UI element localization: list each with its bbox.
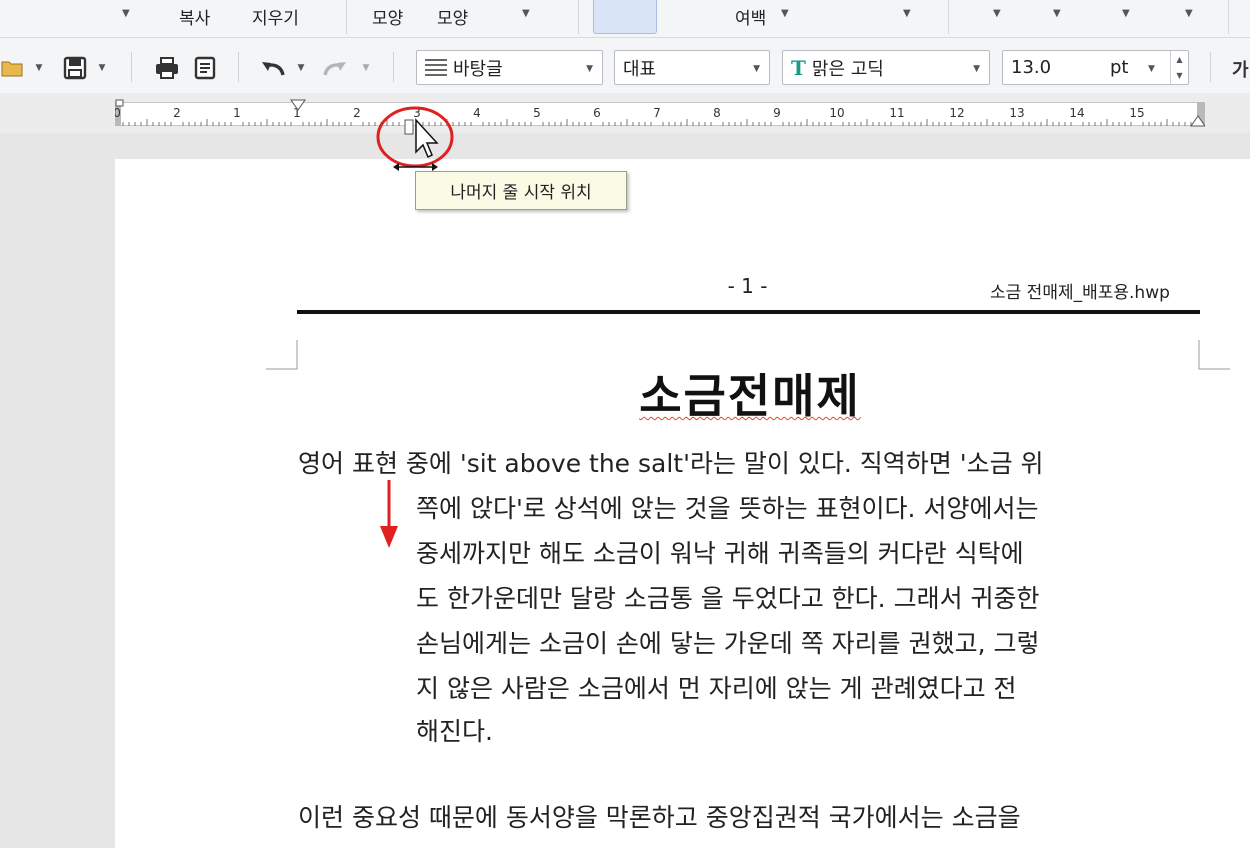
truetype-font-icon: T bbox=[791, 55, 806, 80]
print-icon[interactable] bbox=[152, 53, 182, 83]
redo-icon[interactable] bbox=[320, 53, 350, 83]
language-combo[interactable]: 대표 ▼ bbox=[614, 50, 770, 85]
font-combo-value: 맑은 고딕 bbox=[811, 58, 884, 80]
chevron-down-icon: ▼ bbox=[1148, 64, 1155, 74]
horizontal-ruler[interactable]: 0 2 1 1 2 3 4 5 6 7 8 9 10 11 12 13 14 15 bbox=[115, 98, 1205, 130]
ruler-label: 2 bbox=[353, 106, 361, 120]
ruler-label: 6 bbox=[593, 106, 601, 120]
chevron-down-icon: ▼ bbox=[586, 64, 593, 74]
paragraph-line: 이런 중요성 때문에 동서양을 막론하고 중앙집권적 국가에서는 소금을 bbox=[298, 803, 1021, 832]
font-size-unit: pt bbox=[1110, 57, 1129, 78]
shape-menu-label-2[interactable]: 모양 bbox=[437, 4, 468, 29]
divider bbox=[346, 0, 347, 34]
chevron-down-icon[interactable]: ▼ bbox=[360, 53, 372, 83]
chevron-down-icon[interactable]: ▼ bbox=[903, 8, 911, 19]
paragraph-line: 쪽에 앉다'로 상석에 앉는 것을 뜻하는 표현이다. 서양에서는 bbox=[416, 494, 1039, 523]
document-title-text: 소금전매제 bbox=[639, 369, 861, 423]
paragraph-style-icon bbox=[425, 58, 447, 77]
document-page[interactable] bbox=[115, 133, 1250, 848]
paragraph-line: 중세까지만 해도 소금이 워낙 귀해 귀족들의 커다란 식탁에 bbox=[416, 539, 1024, 568]
ruler-label: 1 bbox=[233, 106, 241, 120]
size-spinner[interactable]: ▲ ▼ bbox=[1170, 51, 1188, 84]
preview-icon[interactable] bbox=[191, 53, 219, 83]
paragraph-line: 해진다. bbox=[416, 717, 493, 746]
spin-down-icon[interactable]: ▼ bbox=[1176, 71, 1182, 80]
ruler-label: 9 bbox=[773, 106, 781, 120]
chevron-down-icon[interactable]: ▼ bbox=[1122, 8, 1130, 19]
ruler-label: 4 bbox=[473, 106, 481, 120]
save-icon[interactable] bbox=[60, 53, 90, 83]
chevron-down-icon[interactable]: ▼ bbox=[993, 8, 1001, 19]
margin-menu-label[interactable]: 여백 bbox=[735, 4, 766, 29]
divider bbox=[948, 0, 949, 34]
ruler-label: 3 bbox=[413, 106, 421, 120]
open-folder-icon[interactable] bbox=[0, 53, 26, 83]
divider bbox=[393, 52, 394, 82]
paragraph-line: 영어 표현 중에 'sit above the salt'라는 말이 있다. 직… bbox=[298, 449, 1044, 478]
ruler-label: 7 bbox=[653, 106, 661, 120]
chevron-down-icon[interactable]: ▼ bbox=[122, 8, 130, 19]
paragraph-line: 손님에게는 소금이 손에 닿는 가운데 쪽 자리를 권했고, 그렇 bbox=[416, 629, 1040, 658]
divider bbox=[578, 0, 579, 34]
right-indent-icon[interactable] bbox=[1190, 115, 1205, 127]
chevron-down-icon[interactable]: ▼ bbox=[33, 53, 45, 83]
font-size-combo[interactable]: 13.0 pt ▼ ▲ ▼ bbox=[1002, 50, 1189, 85]
header-rule bbox=[297, 310, 1200, 314]
chevron-down-icon: ▼ bbox=[753, 64, 760, 74]
font-combo[interactable]: T 맑은 고딕 ▼ bbox=[782, 50, 990, 85]
divider bbox=[1210, 52, 1211, 82]
left-margin-marker-icon[interactable] bbox=[115, 99, 124, 107]
divider bbox=[1228, 0, 1229, 34]
style-combo[interactable]: 바탕글 ▼ bbox=[416, 50, 603, 85]
ruler-label: 2 bbox=[173, 106, 181, 120]
chevron-down-icon[interactable]: ▼ bbox=[295, 53, 307, 83]
ruler-label: 15 bbox=[1129, 106, 1144, 120]
ruler-label: 13 bbox=[1009, 106, 1024, 120]
chevron-down-icon[interactable]: ▼ bbox=[96, 53, 108, 83]
divider bbox=[238, 52, 239, 82]
font-size-value: 13.0 bbox=[1011, 57, 1052, 78]
ruler-label: 0 bbox=[115, 106, 121, 120]
ruler-label: 5 bbox=[533, 106, 541, 120]
chevron-down-icon[interactable]: ▼ bbox=[1185, 8, 1193, 19]
divider bbox=[131, 52, 132, 82]
tooltip-text: 나머지 줄 시작 위치 bbox=[450, 183, 592, 203]
tooltip: 나머지 줄 시작 위치 bbox=[415, 171, 627, 210]
page-number: - 1 - bbox=[727, 274, 768, 298]
chevron-down-icon[interactable]: ▼ bbox=[522, 8, 530, 19]
header-file-name: 소금 전매제_배포용.hwp bbox=[990, 283, 1170, 303]
language-combo-value: 대표 bbox=[623, 58, 657, 80]
chevron-down-icon[interactable]: ▼ bbox=[781, 8, 789, 19]
ruler-label: 12 bbox=[949, 106, 964, 120]
copy-menu-label[interactable]: 복사 bbox=[179, 4, 210, 29]
shape-menu-label[interactable]: 모양 bbox=[372, 4, 403, 29]
ruler-label: 8 bbox=[713, 106, 721, 120]
left-gutter bbox=[0, 133, 115, 848]
paragraph-line: 도 한가운데만 달랑 소금통 을 두었다고 한다. 그래서 귀중한 bbox=[416, 584, 1040, 613]
erase-menu-label[interactable]: 지우기 bbox=[252, 4, 299, 29]
document-title: 소금전매제 bbox=[560, 360, 940, 426]
ribbon-strip: ▼ 복사 지우기 모양 모양 ▼ 여백 ▼ ▼ ▼ ▼ ▼ ▼ bbox=[0, 0, 1250, 38]
chevron-down-icon: ▼ bbox=[973, 64, 980, 74]
style-combo-value: 바탕글 bbox=[453, 58, 503, 80]
chevron-down-icon[interactable]: ▼ bbox=[1053, 8, 1061, 19]
paragraph-line: 지 않은 사람은 소금에서 먼 자리에 앉는 게 관례였다고 전 bbox=[416, 674, 1017, 703]
ruler-label: 10 bbox=[829, 106, 844, 120]
toolbar-cut-label[interactable]: 가 bbox=[1232, 56, 1249, 82]
selected-ribbon-button[interactable] bbox=[593, 0, 657, 34]
ruler-label: 11 bbox=[889, 106, 904, 120]
undo-icon[interactable] bbox=[258, 53, 288, 83]
page-top-band bbox=[115, 133, 1250, 159]
ruler-label: 14 bbox=[1069, 106, 1084, 120]
spin-up-icon[interactable]: ▲ bbox=[1176, 55, 1182, 64]
ruler-ticks: 0 2 1 1 2 3 4 5 6 7 8 9 10 11 12 13 14 15 bbox=[115, 99, 1205, 127]
